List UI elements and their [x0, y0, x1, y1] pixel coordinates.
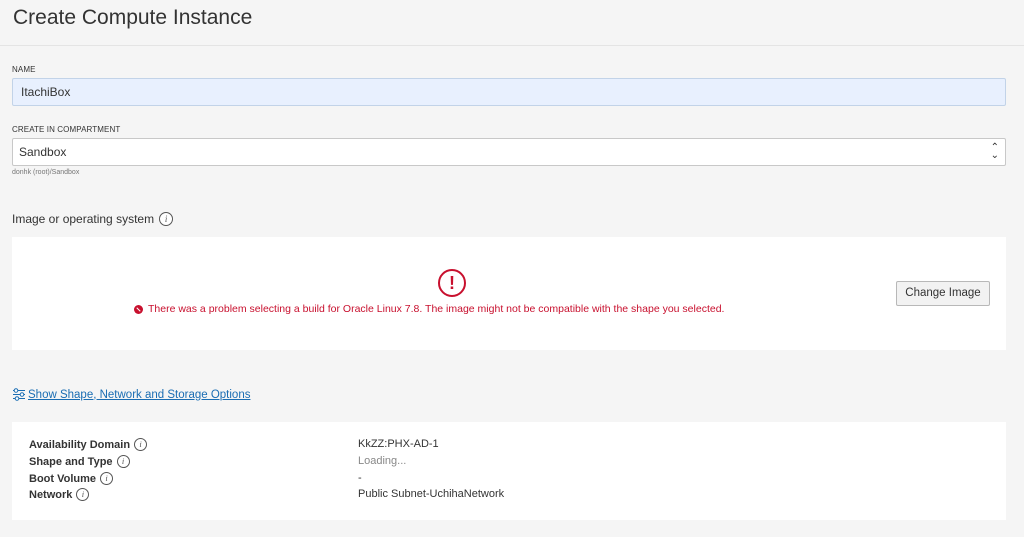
compartment-selected-value: Sandbox [19, 145, 67, 159]
summary-row-boot-volume: Boot Volume i - [29, 472, 362, 485]
summary-panel: Availability Domain i KkZZ:PHX-AD-1 Shape… [12, 422, 1006, 520]
summary-row-availability-domain: Availability Domain i KkZZ:PHX-AD-1 [29, 438, 439, 451]
summary-key-text: Network [29, 488, 73, 501]
change-image-button[interactable]: Change Image [896, 281, 990, 306]
image-section-title: Image or operating system i [12, 212, 174, 226]
error-message: There was a problem selecting a build fo… [134, 303, 724, 315]
summary-key: Network i [29, 488, 90, 501]
info-icon[interactable]: i [76, 488, 90, 501]
info-icon[interactable]: i [116, 455, 130, 468]
error-message-text: There was a problem selecting a build fo… [148, 303, 725, 315]
show-options-link-text[interactable]: Show Shape, Network and Storage Options [28, 389, 250, 401]
page-title: Create Compute Instance [13, 6, 253, 29]
exclamation-circle-icon: ! [438, 269, 466, 297]
show-options-link[interactable]: Show Shape, Network and Storage Options [12, 388, 250, 401]
summary-key: Availability Domain i [29, 438, 148, 451]
summary-key-text: Boot Volume [29, 472, 97, 485]
image-section-title-text: Image or operating system [12, 212, 155, 226]
info-icon[interactable]: i [134, 438, 148, 451]
summary-value: Loading... [358, 455, 407, 467]
select-arrows-icon: ⌃ ⌄ [990, 142, 999, 161]
summary-value: - [358, 472, 362, 484]
compartment-select[interactable]: Sandbox ⌃ ⌄ [12, 138, 1006, 166]
sliders-icon [13, 388, 25, 401]
summary-value: KkZZ:PHX-AD-1 [358, 438, 439, 450]
name-input[interactable]: ItachiBox [12, 78, 1006, 106]
page-header: Create Compute Instance [0, 0, 1024, 46]
error-prohibited-icon [134, 304, 143, 314]
summary-key: Shape and Type i [29, 455, 130, 468]
compartment-path: donhk (root)/Sandbox [12, 169, 80, 176]
name-label: NAME [12, 65, 36, 74]
info-icon[interactable]: i [100, 472, 114, 485]
compartment-label: CREATE IN COMPARTMENT [12, 125, 121, 134]
summary-row-shape-and-type: Shape and Type i Loading... [29, 455, 406, 468]
summary-key-text: Availability Domain [29, 438, 131, 451]
summary-row-network: Network i Public Subnet-UchihaNetwork [29, 488, 504, 501]
summary-value: Public Subnet-UchihaNetwork [358, 488, 505, 500]
summary-key-text: Shape and Type [29, 455, 113, 468]
image-panel: ! There was a problem selecting a build … [12, 237, 1006, 350]
summary-key: Boot Volume i [29, 472, 114, 485]
info-icon[interactable]: i [159, 212, 174, 226]
